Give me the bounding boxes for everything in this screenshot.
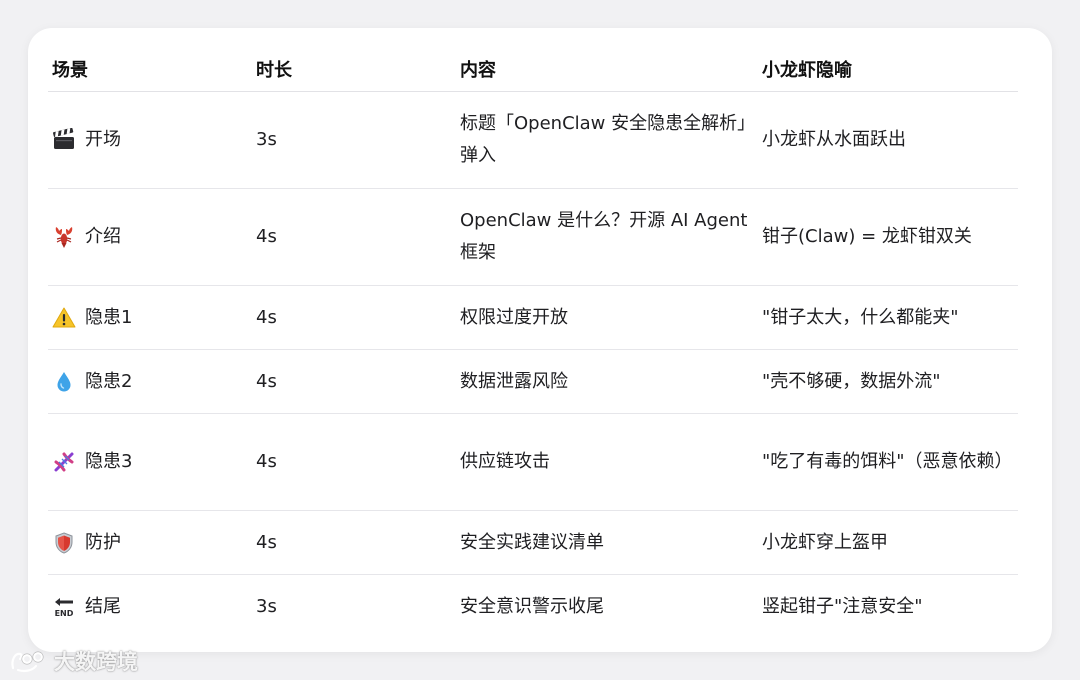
scene-cell: 隐患3: [48, 413, 252, 511]
content-cell: OpenClaw 是什么？开源 AI Agent 框架: [456, 188, 758, 286]
metaphor-cell: "钳子太大，什么都能夹": [758, 285, 1018, 350]
shield-icon: [52, 531, 76, 555]
metaphor-cell: 小龙虾从水面跃出: [758, 91, 1018, 189]
scene-cell: 防护: [48, 510, 252, 575]
duration-cell: 4s: [252, 188, 456, 286]
table-card: 场景 时长 内容 小龙虾隐喻 开场 3s 标题「OpenClaw 安全隐患全解析…: [28, 28, 1052, 652]
duration-cell: 4s: [252, 413, 456, 511]
table-row: 隐患3 4s 供应链攻击 "吃了有毒的饵料"（恶意依赖）: [48, 413, 1018, 511]
table-row: 隐患2 4s 数据泄露风险 "壳不够硬，数据外流": [48, 349, 1018, 414]
duration-cell: 4s: [252, 510, 456, 575]
scene-cell: END 结尾: [48, 575, 252, 639]
scene-table: 场景 时长 内容 小龙虾隐喻 开场 3s 标题「OpenClaw 安全隐患全解析…: [48, 46, 1018, 638]
table-row: END 结尾 3s 安全意识警示收尾 竖起钳子"注意安全": [48, 575, 1018, 639]
content-cell: 标题「OpenClaw 安全隐患全解析」弹入: [456, 91, 758, 189]
watermark-text: 大数跨境: [54, 650, 138, 674]
clapper-board-icon: [52, 128, 76, 152]
scene-label: 隐患2: [85, 370, 133, 392]
metaphor-cell: 小龙虾穿上盔甲: [758, 510, 1018, 575]
duration-cell: 4s: [252, 349, 456, 414]
scene-cell: 隐患1: [48, 285, 252, 350]
metaphor-cell: 钳子(Claw) = 龙虾钳双关: [758, 188, 1018, 286]
table-row: 防护 4s 安全实践建议清单 小龙虾穿上盔甲: [48, 510, 1018, 575]
metaphor-cell: "壳不够硬，数据外流": [758, 349, 1018, 414]
header-scene: 场景: [48, 46, 252, 92]
lobster-icon: [52, 225, 76, 249]
metaphor-cell: 竖起钳子"注意安全": [762, 595, 923, 617]
duration-cell: 3s: [252, 91, 456, 189]
end-arrow-icon: END: [52, 595, 76, 619]
scene-cell: 隐患2: [48, 349, 252, 414]
scene-label: 结尾: [85, 595, 121, 617]
header-metaphor: 小龙虾隐喻: [758, 46, 1018, 92]
brand-logo-icon: [10, 648, 50, 674]
scene-label: 隐患1: [85, 306, 133, 328]
duration-cell: 3s: [256, 595, 277, 617]
content-cell: 安全意识警示收尾: [460, 595, 604, 617]
header-content: 内容: [456, 46, 758, 92]
scene-label: 防护: [85, 531, 121, 553]
dna-icon: [52, 450, 76, 474]
content-cell: 数据泄露风险: [456, 349, 758, 414]
table-row: 介绍 4s OpenClaw 是什么？开源 AI Agent 框架 钳子(Cla…: [48, 188, 1018, 286]
duration-cell: 4s: [252, 285, 456, 350]
svg-text:END: END: [55, 609, 74, 618]
content-cell: 供应链攻击: [456, 413, 758, 511]
watermark: 大数跨境: [10, 646, 138, 676]
table-row: 隐患1 4s 权限过度开放 "钳子太大，什么都能夹": [48, 285, 1018, 350]
scene-label: 介绍: [85, 226, 121, 247]
content-cell: 权限过度开放: [456, 285, 758, 350]
metaphor-cell: "吃了有毒的饵料"（恶意依赖）: [758, 413, 1018, 511]
scene-label: 隐患3: [85, 451, 133, 472]
warning-icon: [52, 306, 76, 330]
header-duration: 时长: [252, 46, 456, 92]
table-row: 开场 3s 标题「OpenClaw 安全隐患全解析」弹入 小龙虾从水面跃出: [48, 91, 1018, 189]
scene-label: 开场: [85, 129, 121, 150]
header-row: 场景 时长 内容 小龙虾隐喻: [48, 46, 1018, 92]
content-cell: 安全实践建议清单: [456, 510, 758, 575]
droplet-icon: [52, 370, 76, 394]
scene-cell: 开场: [48, 91, 252, 189]
scene-cell: 介绍: [48, 188, 252, 286]
